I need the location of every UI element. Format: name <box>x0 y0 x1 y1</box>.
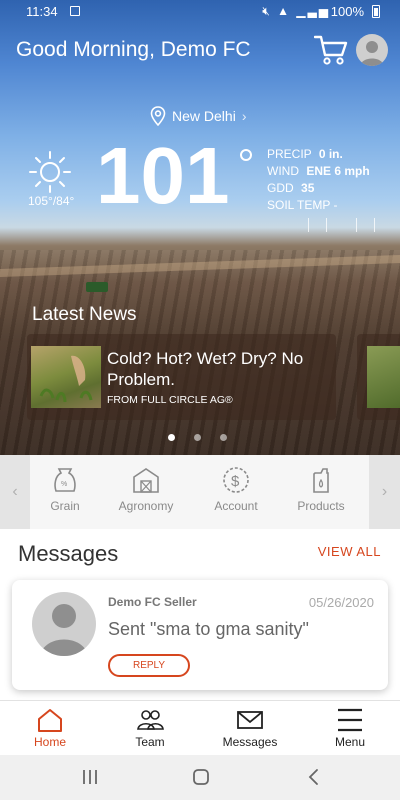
news-headline: Cold? Hot? Wet? Dry? No Problem. <box>107 349 304 389</box>
map-pin-icon <box>150 106 166 126</box>
message-sender: Demo FC Seller <box>108 595 197 609</box>
latest-news-title: Latest News <box>32 304 137 325</box>
fuel-jug-icon <box>313 468 329 493</box>
location-selector[interactable]: New Delhi › <box>150 106 246 126</box>
hi-lo-temperature: 105°/84° <box>28 194 75 208</box>
category-label: Grain <box>50 499 80 513</box>
grain-bag-icon: % <box>54 468 76 492</box>
bottom-tab-bar: Home Team Messages Menu <box>0 700 400 755</box>
back-icon[interactable] <box>302 767 326 787</box>
home-icon <box>38 709 62 732</box>
gdd-label: GDD <box>267 181 294 195</box>
wind-value: ENE 6 mph <box>306 164 370 178</box>
sender-avatar <box>32 592 96 656</box>
tab-team[interactable]: Team <box>105 707 195 749</box>
view-all-link[interactable]: VIEW ALL <box>318 544 381 559</box>
profile-avatar[interactable] <box>356 34 388 66</box>
status-bar: 11:34 🔇︎ ▲ ▁▃▅ 100% <box>0 0 400 24</box>
news-source: FROM FULL CIRCLE AG® <box>107 394 233 406</box>
tab-home[interactable]: Home <box>5 707 95 749</box>
svg-text:$: $ <box>231 473 240 490</box>
cart-icon[interactable] <box>313 34 348 66</box>
carousel-dot[interactable] <box>220 434 227 441</box>
messages-section: Messages VIEW ALL Demo FC Seller 05/26/2… <box>0 529 400 700</box>
precip-label: PRECIP <box>267 147 312 161</box>
wind-label: WIND <box>267 164 299 178</box>
envelope-icon <box>237 711 263 729</box>
wind-turbine <box>308 218 309 232</box>
reply-button[interactable]: REPLY <box>108 654 190 677</box>
category-label: Products <box>297 499 345 513</box>
barn-icon <box>133 468 159 493</box>
wind-turbine <box>326 218 327 232</box>
category-agronomy[interactable]: Agronomy <box>111 465 181 513</box>
soil-temp-value: - <box>333 198 338 212</box>
svg-text:%: % <box>61 481 67 488</box>
tab-label: Menu <box>334 735 366 749</box>
news-thumbnail <box>31 346 101 408</box>
chevron-right-icon[interactable]: › <box>369 455 400 529</box>
chevron-right-icon: › <box>241 108 247 124</box>
tab-messages[interactable]: Messages <box>205 707 295 749</box>
hamburger-menu-icon <box>338 708 362 732</box>
team-icon <box>137 710 164 730</box>
message-card[interactable]: Demo FC Seller 05/26/2020 Sent "sma to g… <box>12 580 388 690</box>
degree-symbol <box>240 149 252 161</box>
wind-turbine <box>374 218 375 232</box>
category-grain[interactable]: % Grain <box>30 465 100 513</box>
category-account[interactable]: $ Account <box>201 465 271 513</box>
messages-title: Messages <box>18 541 119 566</box>
message-text: Sent "sma to gma sanity" <box>108 619 309 639</box>
category-label: Account <box>214 499 258 513</box>
carousel-dot[interactable] <box>194 434 201 441</box>
status-time: 11:34 <box>26 4 58 19</box>
battery-icon <box>372 5 380 18</box>
weather-conditions: PRECIP 0 in. WIND ENE 6 mph GDD 35 SOIL … <box>267 146 370 214</box>
battery-percent: 100% <box>330 4 364 19</box>
category-products[interactable]: Products <box>286 465 356 513</box>
greeting-title: Good Morning, Demo FC <box>16 38 251 61</box>
current-temperature: 101 <box>96 131 230 220</box>
message-date: 05/26/2020 <box>308 595 374 610</box>
tab-menu[interactable]: Menu <box>305 707 395 749</box>
precip-value: 0 in. <box>318 147 343 161</box>
dollar-coin-icon: $ <box>223 467 249 493</box>
category-label: Agronomy <box>118 499 174 513</box>
signal-wifi-icon: 🔇︎ ▲ ▁▃▅ <box>262 4 330 18</box>
carousel-dots <box>168 434 227 441</box>
chevron-left-icon[interactable]: ‹ <box>0 455 30 529</box>
carousel-dot[interactable] <box>168 434 175 441</box>
category-bar: ‹ % Grain Agronomy $ Account Products › <box>0 455 400 529</box>
news-card-next[interactable] <box>357 334 400 420</box>
tab-label: Home <box>33 735 66 749</box>
sun-icon <box>28 150 72 194</box>
tab-label: Team <box>135 735 165 749</box>
news-thumbnail <box>367 346 400 408</box>
soil-temp-label: SOIL TEMP <box>267 198 331 212</box>
tab-label: Messages <box>222 735 278 749</box>
gdd-value: 35 <box>301 181 315 195</box>
recent-apps-icon[interactable] <box>78 767 102 787</box>
home-button-icon[interactable] <box>189 767 213 787</box>
system-navigation-bar <box>0 755 400 800</box>
tractor-shape <box>86 282 108 292</box>
news-card[interactable]: Cold? Hot? Wet? Dry? No Problem. FROM FU… <box>27 334 336 420</box>
notification-icon <box>70 6 80 16</box>
wind-turbine <box>356 218 357 232</box>
location-name: New Delhi <box>172 108 236 124</box>
